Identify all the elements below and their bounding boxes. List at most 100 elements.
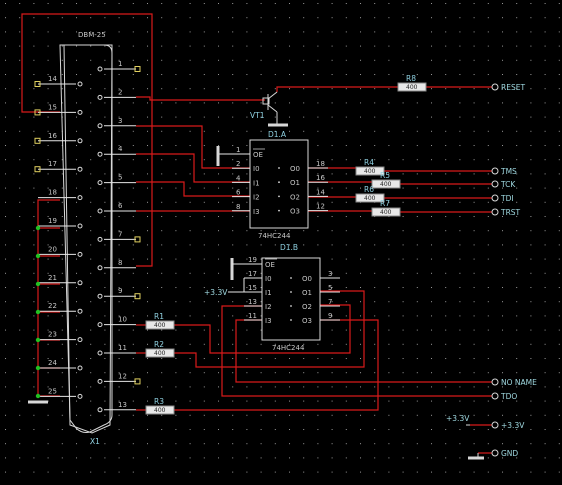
- pin-number: 15: [48, 103, 57, 111]
- net-label-tdo: TDO: [500, 392, 517, 401]
- pin-number: 1: [118, 60, 122, 68]
- pin-number: 10: [118, 316, 127, 324]
- chip-b-body: [261, 257, 321, 341]
- net-label-tms: TMS: [500, 167, 517, 176]
- pin-number: 7: [118, 230, 122, 238]
- resistor-ref: R7: [380, 199, 390, 208]
- terminal-icon: [491, 167, 499, 175]
- chip-pin-number: 8: [236, 203, 240, 211]
- chip-pin-name: I1: [265, 289, 272, 297]
- chip-pin-name: I2: [265, 303, 272, 311]
- buffer-dot: [278, 167, 280, 169]
- pin-number: 11: [118, 344, 127, 352]
- pin-number: 14: [48, 75, 57, 83]
- net-label-supply-in: +3.3V: [446, 414, 470, 423]
- junction-dot: [35, 337, 41, 343]
- chip-b-ref: D1.B: [280, 243, 298, 252]
- chip-a-ref: D1.A: [268, 130, 287, 139]
- buffer-dot: [278, 209, 280, 212]
- chip-pin-number: 9: [328, 312, 332, 320]
- net-label-reset: RESET: [501, 83, 525, 92]
- pin-number: 2: [118, 88, 122, 96]
- chip-pin-name: I2: [253, 194, 260, 202]
- net-label-supply-out: +3.3V: [501, 421, 525, 430]
- chip-pin-name: O2: [290, 193, 300, 201]
- junction-dot: [35, 393, 41, 399]
- chip-pin-name: OE: [253, 151, 263, 159]
- resistor-ref: R1: [154, 312, 164, 321]
- junction-dot: [35, 309, 41, 315]
- net-label-tdi: TDI: [500, 194, 514, 203]
- chip-pin-number: 15: [248, 284, 257, 292]
- chip-pin-number: 7: [328, 298, 332, 306]
- resistor-value: 400: [364, 195, 376, 202]
- connector-name: DBM-25: [78, 31, 106, 39]
- pin-number: 19: [48, 217, 57, 225]
- chip-pin-name: O0: [290, 165, 300, 173]
- terminal-icon: [491, 180, 499, 188]
- terminal-icon: [491, 392, 499, 400]
- chip-pin-name: O3: [290, 208, 300, 216]
- terminal-icon: [491, 449, 499, 457]
- chip-pin-number: 2: [236, 160, 240, 168]
- buffer-dot: [290, 277, 292, 279]
- connector-ref: X1: [90, 437, 100, 446]
- chip-pin-name: I0: [253, 165, 260, 173]
- pin-number: 17: [48, 160, 57, 168]
- net-label-tck: TCK: [500, 180, 516, 189]
- resistor-value: 400: [154, 322, 166, 329]
- resistor-value: 400: [364, 168, 376, 175]
- chip-pin-name: O0: [302, 275, 312, 283]
- chip-pin-name: O3: [302, 317, 312, 325]
- pin-number: 12: [118, 372, 127, 380]
- resistor-ref: R6: [364, 185, 374, 194]
- net-label-no-name: NO NAME: [501, 378, 537, 387]
- resistor-value: 400: [380, 181, 392, 188]
- resistor-ref: R3: [154, 397, 164, 406]
- pin-number: 13: [118, 401, 127, 409]
- resistor-ref: R4: [364, 158, 374, 167]
- chip-pin-number: 6: [236, 189, 241, 197]
- resistor-ref: R2: [154, 340, 164, 349]
- resistor-value: 400: [154, 407, 166, 414]
- chip-a-part: 74HC244: [258, 232, 291, 240]
- buffer-dot: [278, 181, 280, 184]
- buffer-dot: [290, 291, 292, 293]
- pin-number: 4: [118, 145, 123, 153]
- chip-pin-number: 17: [248, 270, 257, 278]
- buffer-dot: [290, 319, 292, 321]
- pin-number: 16: [48, 132, 57, 140]
- chip-pin-number: 5: [328, 284, 332, 292]
- schematic-canvas: DBM-25 X1 12345678910111213 141516171819…: [0, 0, 562, 485]
- chip-pin-number: 13: [248, 298, 257, 306]
- chip-pin-number: 11: [248, 312, 257, 320]
- chip-pin-number: 4: [236, 174, 241, 182]
- terminal-icon: [491, 421, 499, 429]
- resistor-ref: R5: [380, 171, 390, 180]
- chip-pin-number: 19: [248, 256, 257, 264]
- pin-number: 25: [48, 387, 57, 395]
- pin-number: 9: [118, 287, 122, 295]
- chip-pin-number: 14: [316, 188, 325, 196]
- chip-pin-name: I1: [253, 179, 260, 187]
- terminal-icon: [491, 208, 499, 216]
- terminal-icon: [491, 194, 499, 202]
- chip-pin-number: 3: [328, 270, 332, 278]
- chip-pin-name: I3: [253, 208, 260, 216]
- buffer-dot: [278, 195, 280, 198]
- chip-pin-name: O1: [302, 289, 312, 297]
- chip-pin-name: O2: [302, 303, 312, 311]
- junction-dot: [35, 365, 41, 371]
- chip-pin-name: I3: [265, 317, 272, 325]
- pin-number: 8: [118, 259, 122, 267]
- pin-number: 3: [118, 117, 122, 125]
- chip-pin-number: 18: [316, 160, 325, 168]
- buffer-dot: [290, 305, 292, 307]
- junction-dot: [35, 225, 41, 231]
- pin-number: 18: [48, 189, 57, 197]
- pin-number: 20: [48, 245, 57, 253]
- resistor-value: 400: [154, 350, 166, 357]
- net-label-trst: TRST: [500, 208, 521, 217]
- resistor-value: 400: [406, 84, 418, 91]
- pin-number: 21: [48, 274, 57, 282]
